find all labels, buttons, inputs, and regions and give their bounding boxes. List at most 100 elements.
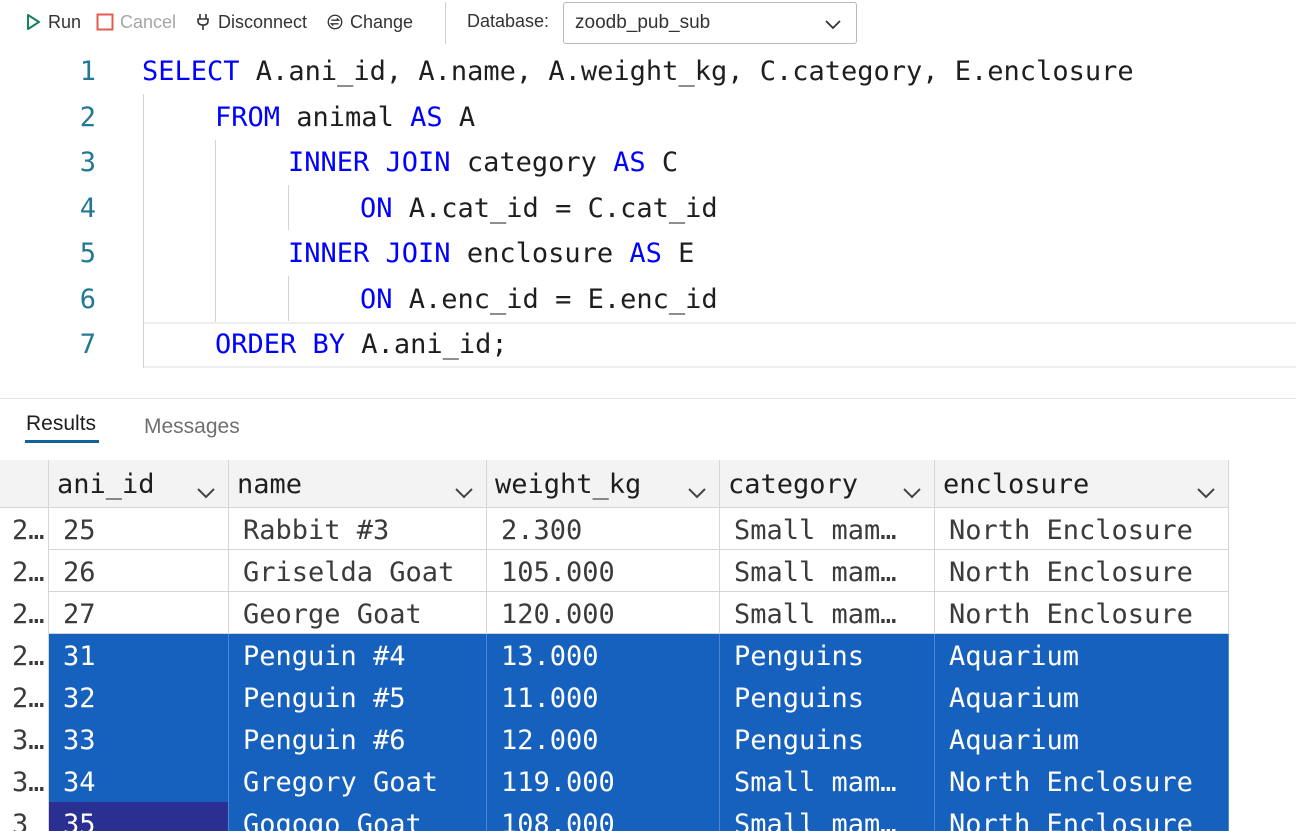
grid-cell-enclosure[interactable]: North Enclosure [935,760,1229,802]
grid-cell-weight-kg[interactable]: 2.300 [487,508,720,550]
cancel-button[interactable]: Cancel [96,10,176,34]
grid-cell-enclosure[interactable]: Aquarium [935,634,1229,676]
grid-cell-enclosure[interactable]: North Enclosure [935,550,1229,592]
column-header-label: weight_kg [495,468,642,500]
line-number: 2 [79,102,96,133]
grid-cell-weight-kg[interactable]: 120.000 [487,592,720,634]
database-label: Database: [467,11,550,31]
row-number-cell[interactable]: 2… [0,508,49,550]
active-tab-indicator [25,440,99,443]
grid-cell-name[interactable]: Gregory Goat [229,760,487,802]
chevron-down-icon[interactable] [1196,476,1216,507]
chevron-down-icon[interactable] [687,476,707,507]
table-row[interactable]: 2… 25 Rabbit #3 2.300 Small mam… North Enclos… [0,508,1229,550]
sql-text: A.ani_id, A.name, A.weight_kg, C.categor… [239,56,1134,87]
chevron-down-icon[interactable] [902,476,922,507]
table-row[interactable]: 2… 32 Penguin #5 11.000 Penguins Aquarium [0,676,1229,718]
grid-cell-enclosure[interactable]: North Enclosure [935,508,1229,550]
row-number-cell[interactable]: 2… [0,550,49,592]
grid-cell-weight-kg[interactable]: 119.000 [487,760,720,802]
row-number-cell[interactable]: 3… [0,718,49,760]
column-header-label: name [237,468,303,500]
grid-cell-enclosure[interactable]: North Enclosure [935,592,1229,634]
grid-cell-name[interactable]: Penguin #4 [229,634,487,676]
results-grid[interactable]: ani_id name weight_kg category enclosure… [0,460,1229,831]
grid-cell-weight-kg[interactable]: 105.000 [487,550,720,592]
chevron-down-icon[interactable] [454,476,474,507]
grid-cell-ani-id[interactable]: 27 [49,592,229,634]
line-number: 6 [79,284,96,315]
grid-cell-name[interactable]: Penguin #6 [229,718,487,760]
tab-messages[interactable]: Messages [144,415,240,439]
grid-cell-category[interactable]: Small mam… [720,592,935,634]
grid-cell-weight-kg[interactable]: 12.000 [487,718,720,760]
table-row[interactable]: 3… 33 Penguin #6 12.000 Penguins Aquarium [0,718,1229,760]
row-number-header [0,460,49,508]
grid-cell-ani-id[interactable]: 26 [49,550,229,592]
table-row[interactable]: 3… 34 Gregory Goat 119.000 Small mam… North E… [0,760,1229,802]
sql-editor[interactable]: 1 SELECT A.ani_id, A.name, A.weight_kg, … [0,48,1296,378]
panel-divider [0,398,1296,399]
grid-cell-weight-kg[interactable]: 11.000 [487,676,720,718]
grid-cell-enclosure[interactable]: Aquarium [935,718,1229,760]
run-button[interactable]: Run [24,10,81,34]
row-number-cell[interactable]: 3… [0,760,49,802]
column-header-enclosure[interactable]: enclosure [935,460,1229,508]
grid-cell-category[interactable]: Small mam… [720,802,935,831]
grid-cell-enclosure[interactable]: North Enclosure [935,802,1229,831]
grid-cell-name[interactable]: Penguin #5 [229,676,487,718]
column-header-label: enclosure [943,468,1090,500]
grid-cell-name[interactable]: Rabbit #3 [229,508,487,550]
grid-cell-ani-id[interactable]: 31 [49,634,229,676]
code-text: FROM animal AS A [215,95,475,140]
code-line: 4 ON A.cat_id = C.cat_id [0,186,1296,231]
sql-text: A.cat_id = C.cat_id [392,193,718,224]
disconnect-icon [194,13,212,31]
column-header-ani-id[interactable]: ani_id [49,460,229,508]
code-line: 3 INNER JOIN category AS C [0,140,1296,185]
table-row[interactable]: 3 35 Gogogo Goat 108.000 Small mam… North Enc… [0,802,1229,831]
code-text: ON A.enc_id = E.enc_id [360,277,718,322]
sql-keyword: ON [360,284,393,315]
grid-cell-ani-id[interactable]: 34 [49,760,229,802]
grid-cell-category[interactable]: Small mam… [720,550,935,592]
grid-cell-ani-id[interactable]: 32 [49,676,229,718]
stop-icon [96,13,114,31]
change-connection-button[interactable]: Change [326,10,413,34]
sql-keyword: ON [360,193,393,224]
row-number-cell[interactable]: 2… [0,634,49,676]
grid-cell-category[interactable]: Small mam… [720,508,935,550]
table-row[interactable]: 2… 27 George Goat 120.000 Small mam… North En… [0,592,1229,634]
grid-cell-name[interactable]: Gogogo Goat [229,802,487,831]
column-header-category[interactable]: category [720,460,935,508]
grid-cell-enclosure[interactable]: Aquarium [935,676,1229,718]
column-header-weight-kg[interactable]: weight_kg [487,460,720,508]
table-row[interactable]: 2… 26 Griselda Goat 105.000 Small mam… North … [0,550,1229,592]
code-text: ON A.cat_id = C.cat_id [360,186,718,231]
row-number-cell[interactable]: 3 [0,802,49,831]
grid-cell-ani-id[interactable]: 35 [49,802,229,831]
grid-cell-name[interactable]: George Goat [229,592,487,634]
code-line: 6 ON A.enc_id = E.enc_id [0,277,1296,322]
chevron-down-icon[interactable] [196,476,216,507]
grid-cell-category[interactable]: Penguins [720,634,935,676]
row-number-cell[interactable]: 2… [0,592,49,634]
grid-cell-ani-id[interactable]: 25 [49,508,229,550]
database-select[interactable]: zoodb_pub_sub [563,2,857,44]
grid-cell-category[interactable]: Small mam… [720,760,935,802]
tab-results[interactable]: Results [26,412,96,436]
column-header-name[interactable]: name [229,460,487,508]
disconnect-button[interactable]: Disconnect [194,10,307,34]
table-row[interactable]: 2… 31 Penguin #4 13.000 Penguins Aquarium [0,634,1229,676]
code-line: 2 FROM animal AS A [0,95,1296,140]
line-number: 1 [79,56,96,87]
row-number-cell[interactable]: 2… [0,676,49,718]
disconnect-label: Disconnect [218,11,308,32]
grid-cell-category[interactable]: Penguins [720,676,935,718]
grid-cell-ani-id[interactable]: 33 [49,718,229,760]
grid-cell-name[interactable]: Griselda Goat [229,550,487,592]
grid-cell-weight-kg[interactable]: 108.000 [487,802,720,831]
grid-cell-weight-kg[interactable]: 13.000 [487,634,720,676]
run-label: Run [48,11,82,32]
grid-cell-category[interactable]: Penguins [720,718,935,760]
